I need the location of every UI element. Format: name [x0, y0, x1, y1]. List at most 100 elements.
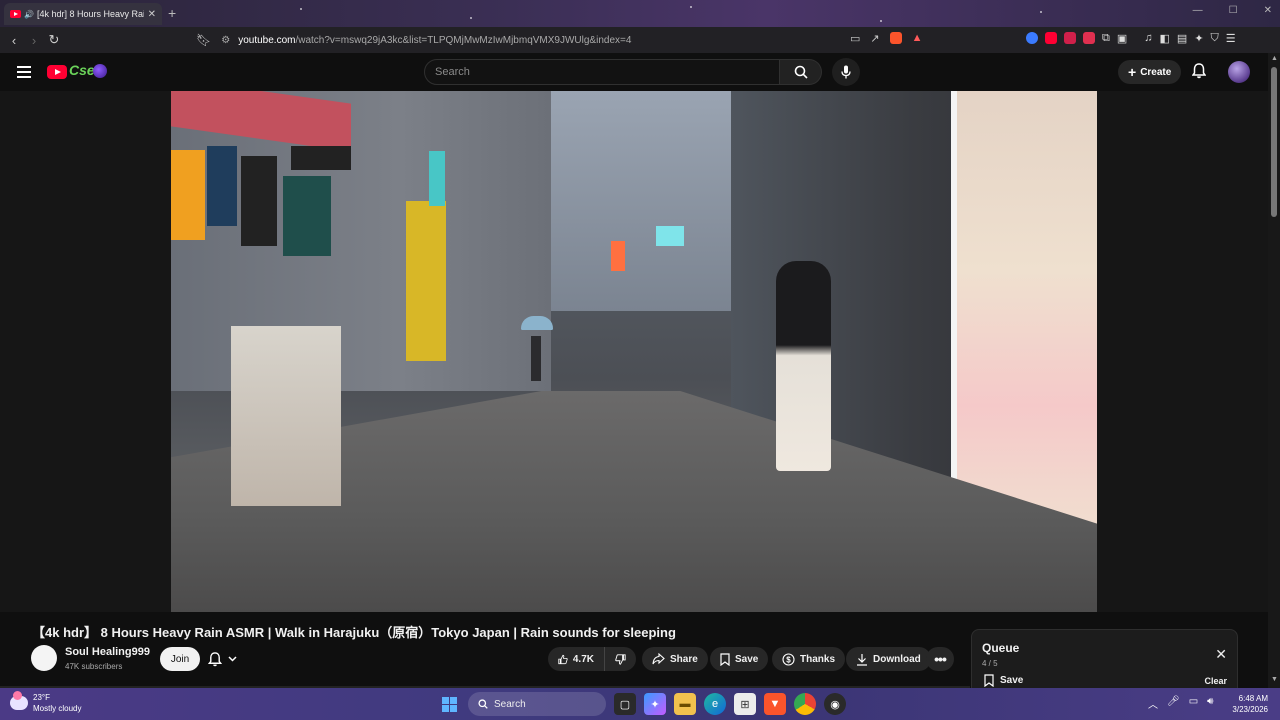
scroll-down-icon[interactable]: ▼ — [1271, 676, 1278, 683]
microsoft-store-icon[interactable]: ⊞ — [734, 693, 756, 715]
show-hidden-icons-icon[interactable]: ︿ — [1148, 696, 1158, 711]
account-avatar[interactable] — [1228, 61, 1250, 83]
video-player[interactable] — [0, 91, 1268, 612]
window-controls: — ☐ ✕ — [1193, 5, 1272, 16]
vpn-shield-icon[interactable]: ⛉ — [1211, 32, 1219, 45]
minimize-icon[interactable]: — — [1193, 5, 1203, 16]
like-count: 4.7K — [572, 653, 594, 665]
tab-close-icon[interactable]: ✕ — [148, 9, 156, 20]
search-icon — [794, 65, 808, 79]
extension-red-icon[interactable] — [1064, 32, 1076, 44]
download-button[interactable]: Download — [846, 647, 931, 671]
voice-search-button[interactable] — [832, 58, 860, 86]
brave-rewards-icon[interactable]: ▲ — [912, 32, 923, 45]
volume-icon[interactable]: 🔊︎ — [1207, 696, 1213, 711]
sidebar-icon[interactable]: ◧ — [1160, 32, 1170, 45]
page-scrollbar[interactable]: ▲ ▼ — [1268, 53, 1280, 688]
youtube-doodle-logo[interactable]: Cse — [69, 62, 107, 79]
notifications-bell-icon[interactable] — [1191, 63, 1207, 84]
new-tab-button[interactable]: + — [168, 5, 176, 21]
bookmark-icon[interactable]: 🔖︎ — [196, 33, 211, 47]
back-icon[interactable]: ‹ — [4, 33, 24, 48]
chrome-icon[interactable] — [794, 693, 816, 715]
save-label: Save — [735, 653, 759, 665]
site-settings-icon[interactable]: ⚙︎ — [221, 35, 230, 46]
background-star — [690, 6, 692, 8]
close-window-icon[interactable]: ✕ — [1264, 5, 1272, 16]
more-actions-button[interactable]: ••• — [926, 647, 954, 671]
address-bar[interactable]: 🔖︎ ⚙︎ youtube.com/watch?v=mswq29jA3kc&li… — [196, 30, 942, 50]
clock-date: 3/23/2026 — [1232, 705, 1268, 714]
chevron-down-icon — [228, 656, 237, 662]
display-icon[interactable]: ▭ — [1189, 696, 1198, 711]
file-explorer-icon[interactable]: ▬ — [674, 693, 696, 715]
scrollbar-thumb[interactable] — [1271, 67, 1277, 217]
share-page-icon[interactable]: ↗ — [870, 32, 879, 45]
save-button[interactable]: Save — [710, 647, 769, 671]
like-button[interactable]: 4.7K — [548, 647, 604, 671]
microphone-icon — [841, 65, 851, 79]
download-icon — [857, 653, 867, 666]
extension-yt-icon[interactable] — [1083, 32, 1095, 44]
task-view-icon[interactable]: ▢ — [614, 693, 636, 715]
background-star — [300, 8, 302, 10]
edge-icon[interactable]: e — [704, 693, 726, 715]
channel-avatar[interactable] — [31, 645, 57, 671]
notification-preferences-button[interactable] — [208, 648, 252, 670]
weather-text: 23°F Mostly cloudy — [33, 692, 81, 714]
hamburger-menu-icon[interactable] — [17, 66, 31, 78]
browser-toolbar: ‹ › ↻ 🔖︎ ⚙︎ youtube.com/watch?v=mswq29jA… — [0, 27, 1280, 53]
scene-hanging-shirts — [171, 146, 351, 256]
search-box[interactable] — [424, 59, 780, 85]
share-button[interactable]: Share — [642, 647, 708, 671]
copilot-icon[interactable]: ✦ — [644, 693, 666, 715]
music-icon[interactable]: ♫ — [1144, 32, 1152, 45]
thanks-button[interactable]: $ Thanks — [772, 647, 846, 671]
screenshot-icon[interactable]: ▣ — [1117, 32, 1127, 45]
reload-icon[interactable]: ↻ — [44, 32, 64, 48]
extension-globe-icon[interactable] — [1026, 32, 1038, 44]
wallet-icon[interactable]: ▤ — [1177, 32, 1187, 45]
brave-shields-icon[interactable] — [889, 32, 902, 44]
start-button[interactable] — [438, 693, 460, 715]
leo-ai-icon[interactable]: ✦ — [1194, 32, 1203, 45]
system-clock[interactable]: 6:48 AM 3/23/2026 — [1222, 693, 1268, 715]
taskbar-search[interactable]: Search — [468, 692, 606, 716]
search-button[interactable] — [780, 59, 822, 85]
weather-widget[interactable]: 23°F Mostly cloudy — [10, 691, 81, 714]
obs-studio-icon[interactable]: ◉ — [824, 693, 846, 715]
queue-save-button[interactable]: Save — [984, 674, 1023, 687]
super-thanks-icon: $ — [782, 652, 795, 666]
browser-tab-active[interactable]: 🔊 [4k hdr] 8 Hours Heavy Rain ✕ — [4, 3, 162, 25]
join-button[interactable]: Join — [160, 647, 200, 671]
tab-title: [4k hdr] 8 Hours Heavy Rain — [36, 9, 144, 19]
youtube-logo-icon[interactable] — [47, 65, 67, 79]
forward-icon[interactable]: › — [24, 33, 44, 48]
cast-icon[interactable]: ▭ — [850, 32, 860, 45]
microphone-icon[interactable]: 🎤︎ — [1167, 696, 1180, 711]
background-star — [470, 17, 472, 19]
weather-condition: Mostly cloudy — [33, 704, 82, 713]
puzzle-icon[interactable]: ⧉ — [1102, 32, 1110, 45]
windows-taskbar: 23°F Mostly cloudy Search ▢ ✦ ▬ e ⊞ ▼ ◉ … — [0, 688, 1280, 720]
video-frame-harajuku-rain[interactable] — [171, 91, 1097, 612]
cloudy-weather-icon — [10, 691, 28, 710]
browser-menu-icon[interactable]: ☰ — [1226, 32, 1236, 45]
youtube-favicon-icon — [10, 10, 21, 18]
queue-close-icon[interactable]: ✕ — [1215, 646, 1227, 663]
search-input[interactable] — [435, 66, 779, 78]
create-button[interactable]: + Create — [1118, 60, 1182, 84]
scroll-up-icon[interactable]: ▲ — [1271, 55, 1278, 62]
extension-youtube-icon[interactable] — [1045, 32, 1057, 44]
scene-yellow-sign — [406, 201, 446, 361]
youtube-masthead: Cse + Create — [0, 53, 1280, 91]
maximize-icon[interactable]: ☐ — [1229, 5, 1238, 16]
channel-name[interactable]: Soul Healing999 — [65, 646, 150, 658]
url-host: youtube.com — [238, 34, 296, 46]
queue-position: 4 / 5 — [982, 659, 998, 668]
dislike-button[interactable] — [604, 647, 636, 671]
audio-playing-icon[interactable]: 🔊 — [24, 10, 34, 19]
queue-panel: Queue 4 / 5 ✕ Save Clear — [971, 629, 1238, 694]
brave-browser-icon[interactable]: ▼ — [764, 693, 786, 715]
queue-clear-button[interactable]: Clear — [1204, 676, 1227, 686]
